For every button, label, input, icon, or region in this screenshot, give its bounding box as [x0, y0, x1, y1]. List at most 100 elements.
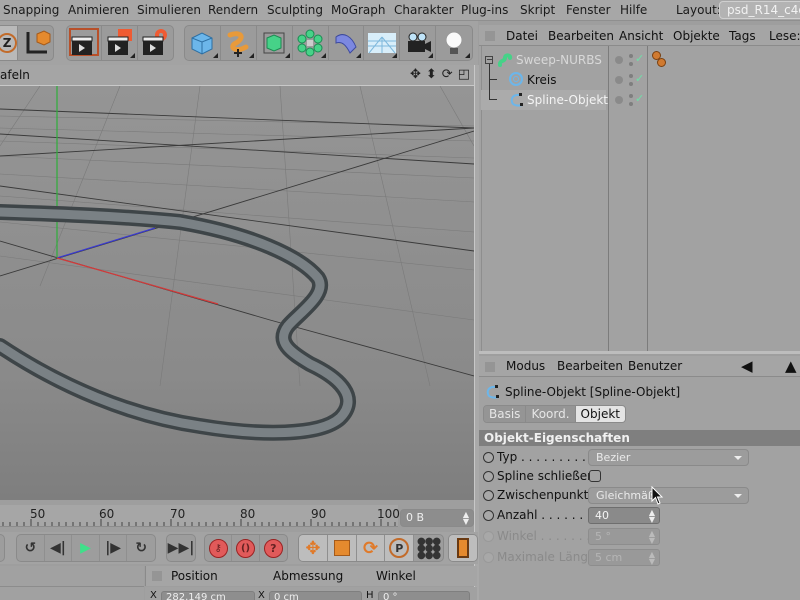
frame-field[interactable]: 0 B ▲ ▼	[400, 509, 474, 527]
loop-back-button[interactable]: ↺	[17, 535, 45, 561]
menu-charakter[interactable]: Charakter	[394, 3, 454, 17]
move-view-icon[interactable]: ✥	[410, 67, 421, 82]
transport-bar: ↺ ◀| ▶ |▶ ↻ ▶▶| ⚷ () ? ✥ ⟳ P ●●● ●●● ●●●	[0, 532, 478, 564]
visibility-dot[interactable]	[615, 56, 623, 64]
om-menu-tags[interactable]: Tags	[729, 29, 756, 43]
coordinates-header: Position Abmessung Winkel	[145, 566, 477, 586]
menu-snapping[interactable]: Snapping	[3, 3, 59, 17]
prev-frame-button[interactable]: ◀|	[45, 535, 73, 561]
viewport-menu-label[interactable]: afeln	[0, 68, 30, 82]
panel-grip-icon[interactable]	[485, 362, 495, 372]
menu-plugins[interactable]: Plug-ins	[461, 3, 508, 17]
loop-forward-button[interactable]: ↻	[127, 535, 155, 561]
menu-rendern[interactable]: Rendern	[208, 3, 258, 17]
back-arrow-icon[interactable]: ◀	[741, 357, 753, 375]
timeline-ruler[interactable]: 50 60 70 80 90 100	[0, 505, 400, 527]
property-label: Spline schließen	[497, 469, 595, 483]
size-x-field[interactable]: 0 cm	[269, 591, 362, 600]
am-menu-modus[interactable]: Modus	[506, 359, 545, 373]
tag-material-icon[interactable]	[657, 58, 666, 67]
coordinate-system-button[interactable]	[18, 26, 53, 60]
om-menu-lesezeichen[interactable]: Lese:	[769, 29, 800, 43]
render-settings-button[interactable]	[138, 26, 173, 60]
point-level-button[interactable]: ●●● ●●● ●●●	[414, 535, 443, 561]
next-frame-button[interactable]: |▶	[100, 535, 128, 561]
move-key-button[interactable]: ✥	[299, 535, 328, 561]
go-to-end-button[interactable]: ▶▶|	[167, 535, 195, 561]
animate-radio	[483, 552, 494, 563]
animate-radio[interactable]	[483, 510, 494, 521]
3d-viewport[interactable]	[0, 86, 474, 500]
panel-divider[interactable]	[479, 351, 800, 354]
om-menu-bearbeiten[interactable]: Bearbeiten	[548, 29, 614, 43]
spinner-icon[interactable]: ▲ ▼	[649, 509, 655, 524]
cube-button[interactable]	[185, 26, 221, 60]
menu-mograph[interactable]: MoGraph	[331, 3, 386, 17]
tab-koord[interactable]: Koord.	[526, 406, 576, 422]
object-name[interactable]: Sweep-NURBS	[516, 53, 602, 67]
record-key-button[interactable]: ⚷	[205, 535, 233, 561]
tab-objekt[interactable]: Objekt	[575, 406, 625, 422]
mograph-button[interactable]	[293, 26, 329, 60]
tab-basis[interactable]: Basis	[484, 406, 527, 422]
object-name[interactable]: Spline-Objekt	[527, 93, 608, 107]
am-menu-bearbeiten[interactable]: Bearbeiten	[557, 359, 623, 373]
enabled-check-icon[interactable]: ✓	[635, 72, 644, 85]
camera-button[interactable]	[400, 26, 437, 60]
menu-sculpting[interactable]: Sculpting	[267, 3, 323, 17]
maximize-view-icon[interactable]: ◰	[458, 67, 470, 82]
object-row-spline-objekt[interactable]: Spline-Objekt	[481, 64, 608, 110]
keyframe-selection-button[interactable]: ?	[260, 535, 287, 561]
zwischenpunkte-dropdown[interactable]: Gleichmäß	[588, 487, 749, 504]
timeline-window-button[interactable]	[449, 535, 477, 561]
up-arrow-icon[interactable]: ▲	[785, 357, 797, 375]
collapse-icon[interactable]: −	[485, 56, 493, 64]
render-region-button[interactable]	[67, 26, 103, 60]
panel-grip-icon[interactable]	[485, 31, 495, 41]
object-row-sweep-nurbs[interactable]: − Sweep-NURBS ✓	[481, 50, 799, 70]
animate-radio[interactable]	[483, 471, 494, 482]
play-button[interactable]: ▶	[72, 535, 100, 561]
film-strip-icon	[457, 538, 469, 558]
panel-grip-icon[interactable]	[152, 571, 162, 581]
am-menu-benutzer[interactable]: Benutzer	[628, 359, 682, 373]
rotate-view-icon[interactable]: ⟳	[442, 67, 453, 82]
menu-simulieren[interactable]: Simulieren	[137, 3, 201, 17]
layout-select[interactable]: psd_R14_c4d	[719, 1, 800, 19]
nurbs-button[interactable]	[257, 26, 293, 60]
angle-h-field[interactable]: 0 °	[378, 591, 470, 600]
undo-button[interactable]: Z	[0, 26, 19, 60]
menu-animieren[interactable]: Animieren	[68, 3, 129, 17]
menu-hilfe[interactable]: Hilfe	[620, 3, 647, 17]
typ-dropdown[interactable]: Bezier	[588, 449, 749, 466]
object-row-kreis[interactable]: Kreis ✓	[481, 64, 799, 90]
scale-key-button[interactable]	[327, 535, 357, 561]
object-name[interactable]: Kreis	[527, 73, 557, 87]
visibility-dot[interactable]	[615, 96, 623, 104]
rotate-key-button[interactable]: ⟳	[356, 535, 386, 561]
enabled-check-icon[interactable]: ✓	[635, 52, 644, 65]
spline-button[interactable]	[221, 26, 257, 60]
animate-radio[interactable]	[483, 490, 494, 501]
om-menu-objekte[interactable]: Objekte	[673, 29, 720, 43]
transport-group-keytypes: ✥ ⟳ P ●●● ●●● ●●●	[298, 534, 444, 562]
menu-fenster[interactable]: Fenster	[566, 3, 611, 17]
param-key-button[interactable]: P	[385, 535, 415, 561]
position-x-field[interactable]: 282.149 cm	[161, 591, 255, 600]
om-menu-datei[interactable]: Datei	[506, 29, 538, 43]
om-menu-ansicht[interactable]: Ansicht	[619, 29, 663, 43]
anzahl-field[interactable]: 40 ▲ ▼	[588, 507, 660, 524]
visibility-dot[interactable]	[615, 76, 623, 84]
deformer-button[interactable]	[329, 26, 365, 60]
zoom-view-icon[interactable]: ⬍	[426, 67, 437, 82]
render-view-button[interactable]	[102, 26, 138, 60]
light-button[interactable]	[436, 26, 472, 60]
animate-radio[interactable]	[483, 452, 494, 463]
spinner-icon[interactable]: ▲ ▼	[463, 511, 469, 526]
menu-skript[interactable]: Skript	[520, 3, 555, 17]
frame-value: 0 B	[406, 511, 425, 524]
autokey-button[interactable]: ()	[232, 535, 260, 561]
enabled-check-icon[interactable]: ✓	[635, 92, 644, 105]
close-spline-checkbox[interactable]	[589, 470, 601, 482]
scene-button[interactable]	[364, 26, 401, 60]
